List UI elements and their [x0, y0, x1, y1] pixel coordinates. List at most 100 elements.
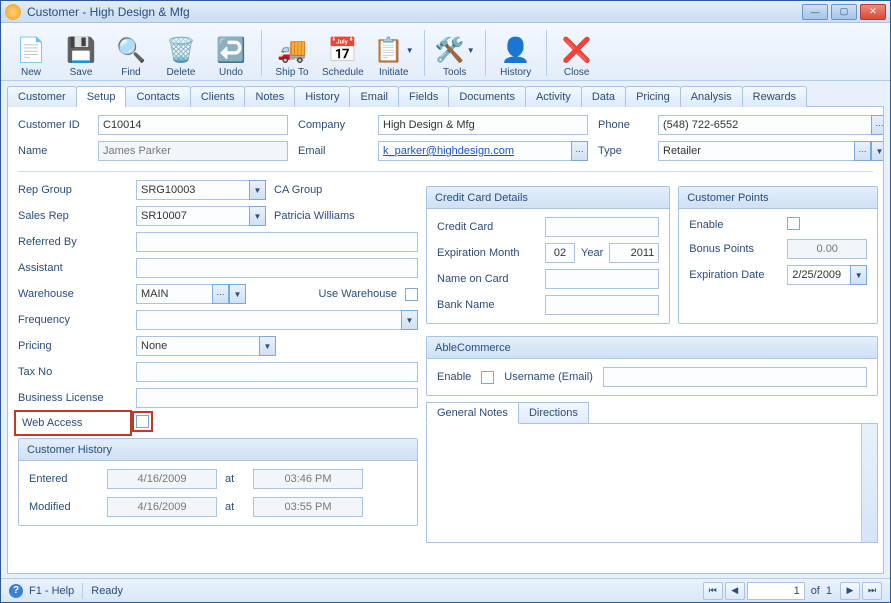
tab-documents[interactable]: Documents [448, 86, 526, 107]
assistant-input[interactable] [136, 258, 418, 278]
phone-input[interactable]: (548) 722-6552 [658, 115, 871, 135]
company-input[interactable]: High Design & Mfg [378, 115, 588, 135]
exp-year-input[interactable]: 2011 [609, 243, 659, 263]
tab-data[interactable]: Data [581, 86, 626, 107]
warehouse-dropdown[interactable]: ▼ [229, 284, 246, 304]
find-button[interactable]: 🔍Find [107, 26, 155, 80]
type-label: Type [598, 145, 648, 157]
tab-activity[interactable]: Activity [525, 86, 582, 107]
use-warehouse-label: Use Warehouse [319, 288, 397, 300]
minimize-button[interactable]: — [802, 4, 828, 20]
tab-setup[interactable]: Setup [76, 86, 127, 107]
frequency-dropdown[interactable]: ▼ [401, 310, 418, 330]
save-icon: 💾 [66, 35, 96, 65]
pager-prev[interactable]: ◀ [725, 582, 745, 600]
type-picker-button[interactable]: ⋯ [854, 141, 871, 161]
tools-button[interactable]: 🛠️▼Tools [431, 26, 479, 80]
schedule-button[interactable]: 📅Schedule [318, 26, 368, 80]
web-access-checkbox[interactable] [136, 415, 149, 428]
shipto-label: Ship To [275, 67, 308, 78]
customer-points-fieldset: Customer Points Enable Bonus Points 0.00… [678, 186, 878, 324]
tab-analysis[interactable]: Analysis [680, 86, 743, 107]
tax-no-input[interactable] [136, 362, 418, 382]
email-picker-button[interactable]: ⋯ [571, 141, 588, 161]
phone-picker-button[interactable]: ⋯ [871, 115, 884, 135]
pager-current[interactable]: 1 [747, 582, 805, 600]
save-button[interactable]: 💾Save [57, 26, 105, 80]
pricing-input[interactable]: None [136, 336, 259, 356]
bank-name-input[interactable] [545, 295, 659, 315]
pager-first[interactable]: ⏮ [703, 582, 723, 600]
business-license-input[interactable] [136, 388, 418, 408]
notes-scrollbar[interactable] [861, 424, 877, 542]
business-license-label: Business License [18, 392, 128, 404]
type-input[interactable]: Retailer [658, 141, 854, 161]
use-warehouse-checkbox[interactable] [405, 288, 418, 301]
sales-rep-input[interactable]: SR10007 [136, 206, 249, 226]
customer-id-input[interactable]: C10014 [98, 115, 288, 135]
able-username-input[interactable] [603, 367, 867, 387]
initiate-button[interactable]: 📋▼Initiate [370, 26, 418, 80]
able-enable-checkbox[interactable] [481, 371, 494, 384]
referred-by-input[interactable] [136, 232, 418, 252]
exp-month-input[interactable]: 02 [545, 243, 575, 263]
tab-email[interactable]: Email [349, 86, 399, 107]
credit-card-input[interactable] [545, 217, 659, 237]
frequency-input[interactable] [136, 310, 401, 330]
pricing-dropdown[interactable]: ▼ [259, 336, 276, 356]
type-dropdown-button[interactable]: ▼ [871, 141, 884, 161]
bonus-points-label: Bonus Points [689, 243, 779, 255]
general-notes-tab[interactable]: General Notes [426, 402, 519, 424]
warehouse-picker[interactable]: ⋯ [212, 284, 229, 304]
credit-card-label: Credit Card [437, 221, 537, 233]
credit-card-fieldset: Credit Card Details Credit Card Expirati… [426, 186, 670, 324]
tab-history[interactable]: History [294, 86, 350, 107]
able-enable-label: Enable [437, 371, 471, 383]
tab-notes[interactable]: Notes [244, 86, 295, 107]
pager-last[interactable]: ⏭ [862, 582, 882, 600]
tab-clients[interactable]: Clients [190, 86, 246, 107]
new-button[interactable]: 📄New [7, 26, 55, 80]
find-icon: 🔍 [116, 35, 146, 65]
help-icon[interactable]: ? [9, 584, 23, 598]
toolbar-separator [261, 30, 262, 76]
points-enable-checkbox[interactable] [787, 217, 800, 230]
points-exp-input[interactable]: 2/25/2009 [787, 265, 850, 285]
history-button[interactable]: 👤History [492, 26, 540, 80]
undo-label: Undo [219, 67, 243, 78]
undo-button[interactable]: ↩️Undo [207, 26, 255, 80]
points-exp-dropdown[interactable]: ▼ [850, 265, 867, 285]
close-button[interactable]: ❌Close [553, 26, 601, 80]
directions-tab[interactable]: Directions [518, 402, 589, 424]
tab-rewards[interactable]: Rewards [742, 86, 807, 107]
tools-icon: 🛠️ [435, 35, 465, 65]
rep-group-input[interactable]: SRG10003 [136, 180, 249, 200]
tab-pricing[interactable]: Pricing [625, 86, 681, 107]
bonus-points-input[interactable]: 0.00 [787, 239, 867, 259]
chevron-down-icon: ▼ [467, 46, 475, 55]
entered-label: Entered [29, 473, 99, 485]
help-text[interactable]: F1 - Help [29, 585, 74, 597]
rep-group-dropdown[interactable]: ▼ [249, 180, 266, 200]
delete-button[interactable]: 🗑️Delete [157, 26, 205, 80]
rep-group-name: CA Group [274, 184, 418, 196]
tab-contacts[interactable]: Contacts [125, 86, 190, 107]
pager-next[interactable]: ▶ [840, 582, 860, 600]
warehouse-input[interactable]: MAIN [136, 284, 212, 304]
status-separator [82, 583, 83, 599]
shipto-button[interactable]: 🚚Ship To [268, 26, 316, 80]
name-input[interactable]: James Parker [98, 141, 288, 161]
name-on-card-input[interactable] [545, 269, 659, 289]
referred-by-label: Referred By [18, 236, 128, 248]
notes-textarea[interactable] [426, 423, 878, 543]
email-input[interactable]: k_parker@highdesign.com [378, 141, 571, 161]
schedule-label: Schedule [322, 67, 364, 78]
sales-rep-dropdown[interactable]: ▼ [249, 206, 266, 226]
content-panel: Customer ID C10014 Company High Design &… [7, 106, 884, 574]
maximize-button[interactable]: ▢ [831, 4, 857, 20]
header-fields: Customer ID C10014 Company High Design &… [18, 115, 873, 172]
new-label: New [21, 67, 41, 78]
tab-fields[interactable]: Fields [398, 86, 449, 107]
close-window-button[interactable]: ✕ [860, 4, 886, 20]
tab-customer[interactable]: Customer [7, 86, 77, 107]
